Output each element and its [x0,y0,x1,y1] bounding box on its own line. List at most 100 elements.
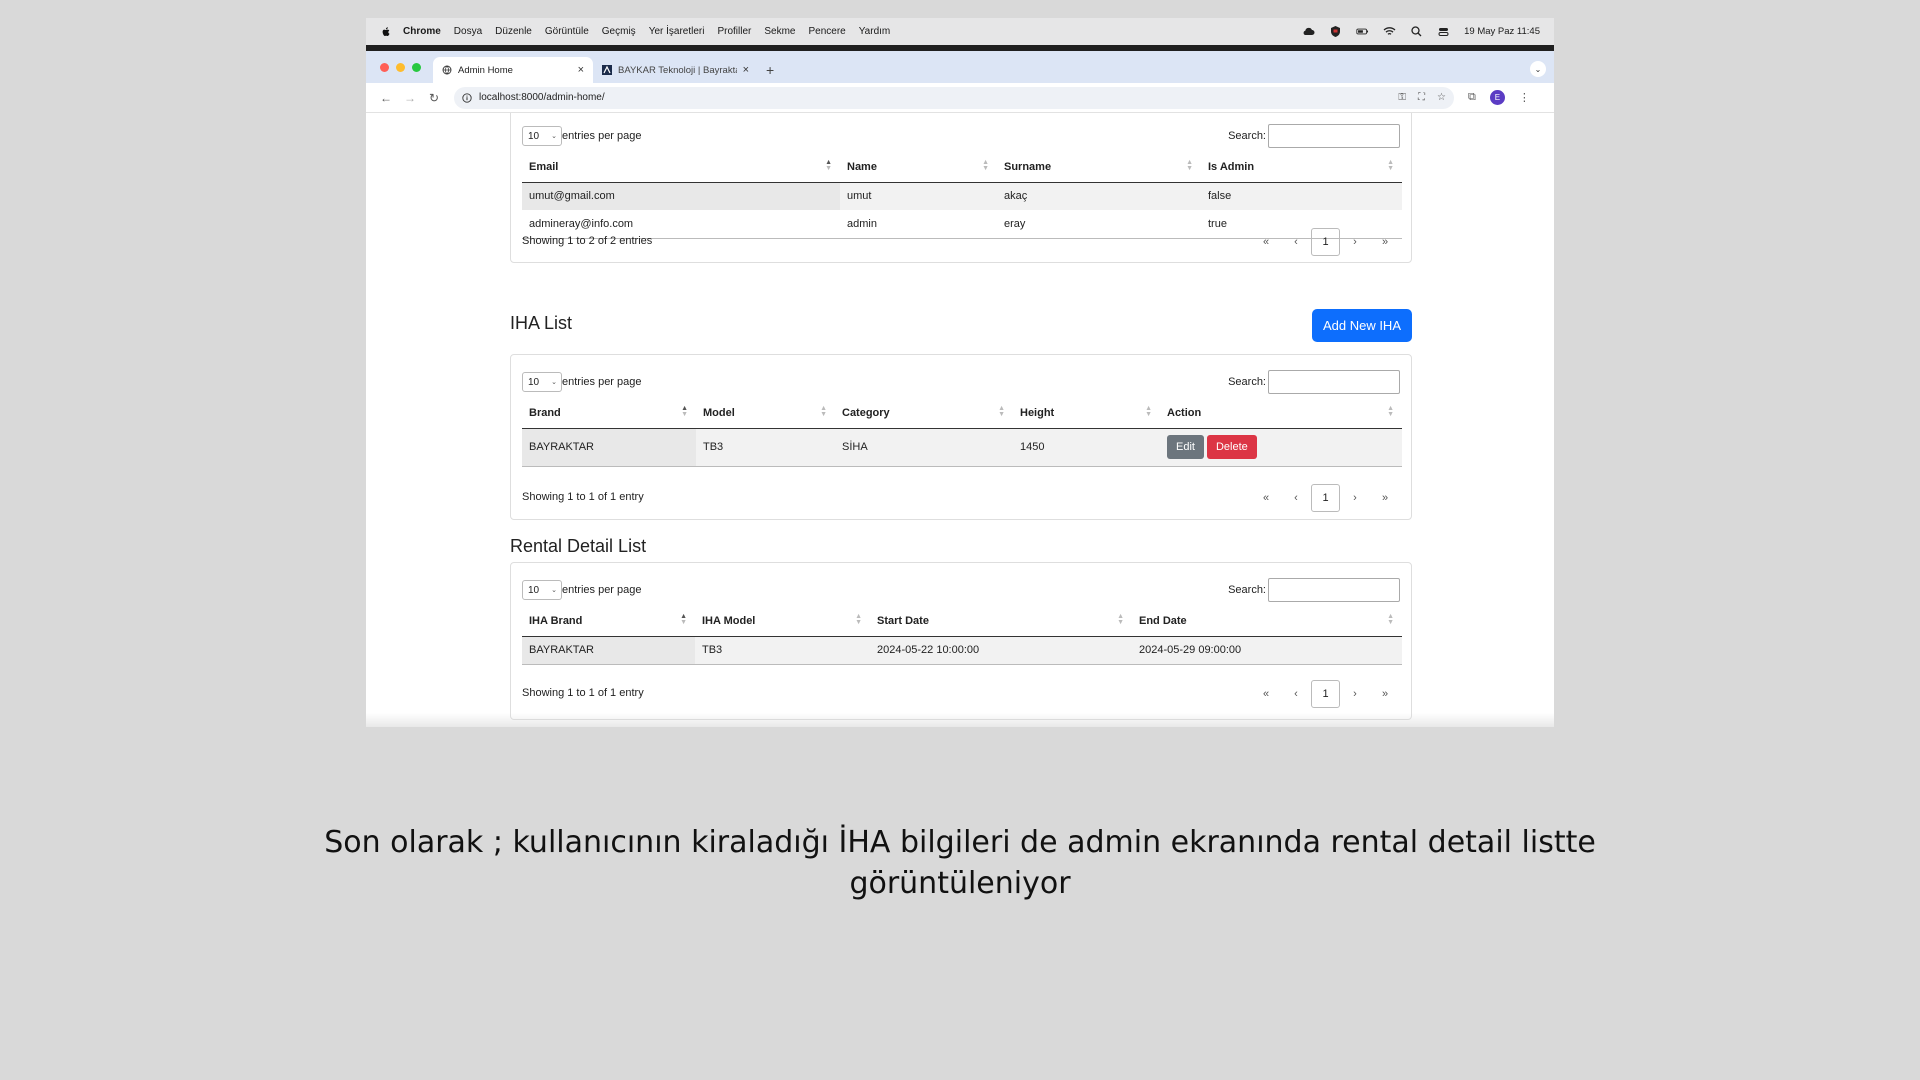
chrome-menu-icon[interactable]: ⋮ [1519,91,1530,104]
address-bar[interactable]: localhost:8000/admin-home/ ⚿ ⛶ ☆ [454,86,1454,109]
pager-current-page[interactable]: 1 [1311,680,1340,708]
spotlight-search-icon[interactable] [1410,25,1423,38]
macos-menubar: Chrome Dosya Düzenle Görüntüle Geçmiş Ye… [366,18,1554,45]
column-header-iha-model[interactable]: IHA Model ▲ ▼ [695,606,870,637]
sort-icon: ▲ ▼ [998,405,1005,418]
menu-goruntule[interactable]: Görüntüle [545,26,589,37]
column-header-category[interactable]: Category ▲ ▼ [835,398,1013,429]
column-header-height[interactable]: Height ▲ ▼ [1013,398,1160,429]
column-header-name[interactable]: Name ▲ ▼ [840,152,997,183]
cell-end-date: 2024-05-29 09:00:00 [1132,636,1402,665]
column-header-is-admin[interactable]: Is Admin ▲ ▼ [1201,152,1402,183]
pager-current-page[interactable]: 1 [1311,228,1340,256]
menu-pencere[interactable]: Pencere [809,26,846,37]
rental-page-size-select[interactable]: 10 ⌄ [522,580,562,600]
zoom-window-button[interactable] [412,62,421,72]
pager-prev[interactable]: ‹ [1281,492,1311,504]
column-header-brand[interactable]: Brand ▲ ▼ [522,398,696,429]
rental-search-input[interactable] [1268,578,1400,602]
menu-app-chrome[interactable]: Chrome [403,26,441,37]
new-tab-button[interactable]: + [758,57,782,83]
tab-title: BAYKAR Teknoloji | Bayraktar [618,64,737,76]
battery-icon[interactable] [1356,25,1369,38]
menu-duzenle[interactable]: Düzenle [495,26,532,37]
users-table-card: 10 ⌄ entries per page Search: Email ▲ ▼ Nam… [510,113,1412,263]
users-page-size-select[interactable]: 10 ⌄ [522,126,562,146]
pager-next[interactable]: › [1340,688,1370,700]
tab-baykar[interactable]: BAYKAR Teknoloji | Bayraktar × [593,57,758,83]
shield-icon[interactable] [1329,25,1342,38]
bookmark-star-icon[interactable]: ☆ [1437,92,1446,103]
menubar-clock[interactable]: 19 May Paz 11:45 [1464,26,1540,37]
rental-table: IHA Brand ▲ ▼ IHA Model ▲ ▼ Start Date ▲ ▼ End… [522,606,1402,665]
minimize-window-button[interactable] [396,62,405,72]
column-header-action[interactable]: Action ▲ ▼ [1160,398,1402,429]
tab-search-chevron-icon[interactable]: ⌄ [1530,61,1546,77]
rental-detail-list-title: Rental Detail List [510,536,647,556]
edit-iha-button[interactable]: Edit [1167,435,1204,459]
table-row: umut@gmail.com umut akaç false [522,182,1402,210]
translate-icon[interactable]: ⛶ [1418,92,1425,103]
back-arrow-icon[interactable]: ← [374,91,398,105]
cell-category: SİHA [835,428,1013,467]
window-controls [366,51,433,83]
menu-dosya[interactable]: Dosya [454,26,482,37]
cell-name: admin [840,210,997,239]
url-text[interactable]: localhost:8000/admin-home/ [479,92,1398,103]
column-header-iha-brand[interactable]: IHA Brand ▲ ▼ [522,606,695,637]
control-center-icon[interactable] [1437,25,1450,38]
iha-pagination: « ‹ 1 › » [1251,484,1400,512]
tab-admin-home[interactable]: Admin Home × [433,57,593,83]
browser-screenshot: Chrome Dosya Düzenle Görüntüle Geçmiş Ye… [366,18,1554,727]
rental-table-info: Showing 1 to 1 of 1 entry [522,687,644,699]
pager-prev[interactable]: ‹ [1281,236,1311,248]
cell-email: admineray@info.com [522,210,840,239]
password-key-icon[interactable]: ⚿ [1398,92,1406,103]
menu-gecmis[interactable]: Geçmiş [602,26,636,37]
apple-logo-icon[interactable] [380,26,392,38]
pager-prev[interactable]: ‹ [1281,688,1311,700]
extensions-icon[interactable]: ⧉ [1468,91,1476,104]
sort-icon: ▲ ▼ [825,159,832,172]
pager-last[interactable]: » [1370,236,1400,248]
column-header-end-date[interactable]: End Date ▲ ▼ [1132,606,1402,637]
pager-first[interactable]: « [1251,492,1281,504]
tab-close-icon[interactable]: × [578,64,584,76]
pager-current-page[interactable]: 1 [1311,484,1340,512]
cloud-icon[interactable] [1302,25,1315,38]
menu-sekme[interactable]: Sekme [764,26,795,37]
delete-iha-button[interactable]: Delete [1206,435,1257,459]
iha-search-input[interactable] [1268,370,1400,394]
pager-next[interactable]: › [1340,492,1370,504]
sort-icon: ▲ ▼ [1186,159,1193,172]
tab-close-icon[interactable]: × [743,64,749,76]
forward-arrow-icon[interactable]: → [398,91,422,105]
pager-last[interactable]: » [1370,492,1400,504]
add-new-iha-button[interactable]: Add New IHA [1311,309,1412,342]
pager-next[interactable]: › [1340,236,1370,248]
menu-yer-isaretleri[interactable]: Yer İşaretleri [649,26,705,37]
column-header-model[interactable]: Model ▲ ▼ [696,398,835,429]
cell-surname: akaç [997,182,1201,210]
profile-avatar[interactable]: E [1489,90,1505,105]
column-header-start-date[interactable]: Start Date ▲ ▼ [870,606,1132,637]
menu-profiller[interactable]: Profiller [717,26,751,37]
cell-iha-model: TB3 [695,636,870,665]
reload-icon[interactable]: ↻ [422,91,446,105]
users-search-input[interactable] [1268,124,1400,148]
users-table: Email ▲ ▼ Name ▲ ▼ Surname ▲ ▼ Is Admin ▲ ▼ umut… [522,152,1402,239]
entries-per-page-label: entries per page [562,376,642,388]
close-window-button[interactable] [380,62,389,72]
column-header-email[interactable]: Email ▲ ▼ [522,152,840,183]
column-header-surname[interactable]: Surname ▲ ▼ [997,152,1201,183]
wifi-icon[interactable] [1383,25,1396,38]
pager-last[interactable]: » [1370,688,1400,700]
iha-page-size-select[interactable]: 10 ⌄ [522,372,562,392]
globe-icon [442,65,452,75]
menu-yardim[interactable]: Yardım [859,26,891,37]
site-info-icon[interactable] [462,92,472,103]
pager-first[interactable]: « [1251,688,1281,700]
cell-name: umut [840,182,997,210]
pager-first[interactable]: « [1251,236,1281,248]
cell-email: umut@gmail.com [522,182,840,210]
